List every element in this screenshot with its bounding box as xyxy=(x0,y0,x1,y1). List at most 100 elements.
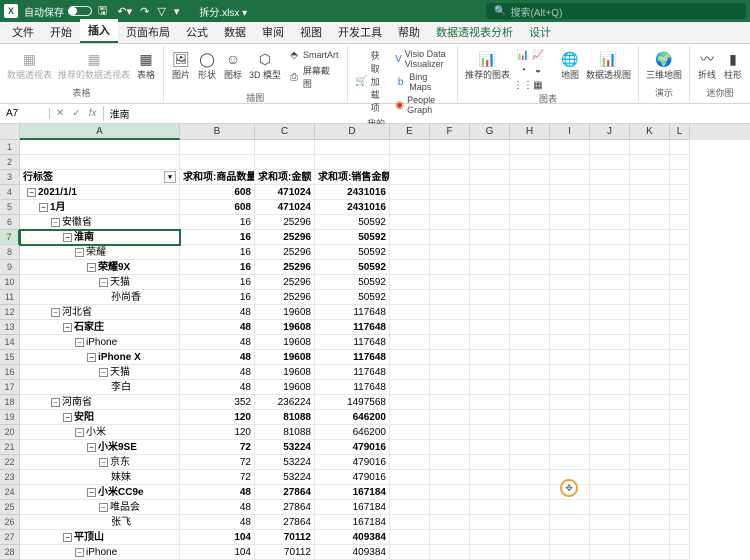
collapse-icon[interactable]: − xyxy=(51,308,60,317)
pivot-row-label[interactable]: −安阳 xyxy=(20,410,180,425)
autosave-toggle[interactable]: 自动保存 xyxy=(24,4,92,19)
row-header[interactable]: 18 xyxy=(0,395,20,410)
cell[interactable] xyxy=(630,410,670,425)
cell[interactable] xyxy=(630,185,670,200)
cell[interactable] xyxy=(630,290,670,305)
cell[interactable] xyxy=(630,320,670,335)
cell[interactable] xyxy=(630,500,670,515)
cell[interactable] xyxy=(550,230,590,245)
cell[interactable] xyxy=(430,530,470,545)
cell[interactable] xyxy=(590,200,630,215)
cell[interactable] xyxy=(590,425,630,440)
tab-插入[interactable]: 插入 xyxy=(80,19,118,43)
cell[interactable] xyxy=(590,335,630,350)
pivot-row-label[interactable]: −2021/1/1 xyxy=(20,185,180,200)
cell[interactable] xyxy=(470,155,510,170)
cell[interactable] xyxy=(630,215,670,230)
visio-button[interactable]: VVisio Data Visualizer xyxy=(393,48,451,70)
collapse-icon[interactable]: − xyxy=(75,248,84,257)
cell[interactable] xyxy=(430,170,470,185)
cell[interactable] xyxy=(630,155,670,170)
cell[interactable] xyxy=(550,500,590,515)
cell[interactable]: 167184 xyxy=(315,515,390,530)
cell[interactable] xyxy=(590,215,630,230)
cell[interactable]: 117648 xyxy=(315,320,390,335)
pivot-row-label[interactable]: −iPhone xyxy=(20,545,180,560)
cell[interactable] xyxy=(255,140,315,155)
cell[interactable]: 48 xyxy=(180,485,255,500)
cell[interactable] xyxy=(630,245,670,260)
cell[interactable]: 48 xyxy=(180,365,255,380)
cell[interactable]: 25296 xyxy=(255,245,315,260)
row-header[interactable]: 7 xyxy=(0,230,20,245)
cell[interactable] xyxy=(510,470,550,485)
cell[interactable] xyxy=(670,365,690,380)
cell[interactable]: 19608 xyxy=(255,365,315,380)
cell[interactable] xyxy=(550,215,590,230)
cell[interactable]: 16 xyxy=(180,245,255,260)
cell[interactable] xyxy=(590,455,630,470)
cell[interactable]: 50592 xyxy=(315,290,390,305)
cell[interactable] xyxy=(590,440,630,455)
cell[interactable]: 117648 xyxy=(315,305,390,320)
column-header[interactable]: D xyxy=(315,124,390,140)
cell[interactable] xyxy=(430,140,470,155)
collapse-icon[interactable]: − xyxy=(99,458,108,467)
name-box[interactable]: A7 xyxy=(0,108,50,119)
cell[interactable] xyxy=(510,170,550,185)
cell[interactable] xyxy=(590,170,630,185)
cell[interactable] xyxy=(510,140,550,155)
cell[interactable]: 167184 xyxy=(315,485,390,500)
column-header[interactable]: B xyxy=(180,124,255,140)
cell[interactable]: 25296 xyxy=(255,230,315,245)
cell[interactable] xyxy=(550,380,590,395)
cell[interactable] xyxy=(510,380,550,395)
row-header[interactable]: 27 xyxy=(0,530,20,545)
cell[interactable] xyxy=(590,245,630,260)
cell[interactable] xyxy=(430,320,470,335)
row-header[interactable]: 12 xyxy=(0,305,20,320)
cell[interactable] xyxy=(470,140,510,155)
cell[interactable] xyxy=(390,185,430,200)
icons-button[interactable]: ☺图标 xyxy=(222,48,244,81)
cell[interactable] xyxy=(670,470,690,485)
select-all-corner[interactable] xyxy=(0,124,20,140)
collapse-icon[interactable]: − xyxy=(63,533,72,542)
cell[interactable] xyxy=(670,500,690,515)
cell[interactable] xyxy=(390,215,430,230)
cell[interactable] xyxy=(470,365,510,380)
tab-文件[interactable]: 文件 xyxy=(4,21,42,43)
pivot-row-label[interactable]: 孙尚香 xyxy=(20,290,180,305)
cell[interactable] xyxy=(630,200,670,215)
cell[interactable] xyxy=(510,155,550,170)
cell[interactable]: 48 xyxy=(180,335,255,350)
cell[interactable] xyxy=(470,500,510,515)
row-header[interactable]: 17 xyxy=(0,380,20,395)
row-header[interactable]: 25 xyxy=(0,500,20,515)
cell[interactable] xyxy=(550,155,590,170)
cell[interactable] xyxy=(470,545,510,560)
collapse-icon[interactable]: − xyxy=(63,233,72,242)
cell[interactable]: 19608 xyxy=(255,380,315,395)
pivot-row-label[interactable]: 张飞 xyxy=(20,515,180,530)
cell[interactable] xyxy=(430,245,470,260)
cell[interactable]: 471024 xyxy=(255,185,315,200)
cell[interactable] xyxy=(630,335,670,350)
3d-model-button[interactable]: ⬡3D 模型 xyxy=(248,48,282,81)
chart-type-button[interactable]: ◔◒ xyxy=(515,63,555,77)
cell[interactable] xyxy=(315,155,390,170)
cell[interactable]: 120 xyxy=(180,410,255,425)
cell[interactable] xyxy=(430,545,470,560)
cell[interactable]: 72 xyxy=(180,440,255,455)
cell[interactable]: 50592 xyxy=(315,245,390,260)
cell[interactable] xyxy=(550,365,590,380)
cell[interactable] xyxy=(670,290,690,305)
pivot-row-label[interactable]: −河南省 xyxy=(20,395,180,410)
cell[interactable]: 2431016 xyxy=(315,200,390,215)
cell[interactable] xyxy=(255,155,315,170)
cell[interactable]: 48 xyxy=(180,350,255,365)
cell[interactable] xyxy=(390,365,430,380)
toggle-off-icon[interactable] xyxy=(68,6,92,16)
cell[interactable] xyxy=(470,245,510,260)
cancel-icon[interactable]: ✕ xyxy=(56,108,64,119)
